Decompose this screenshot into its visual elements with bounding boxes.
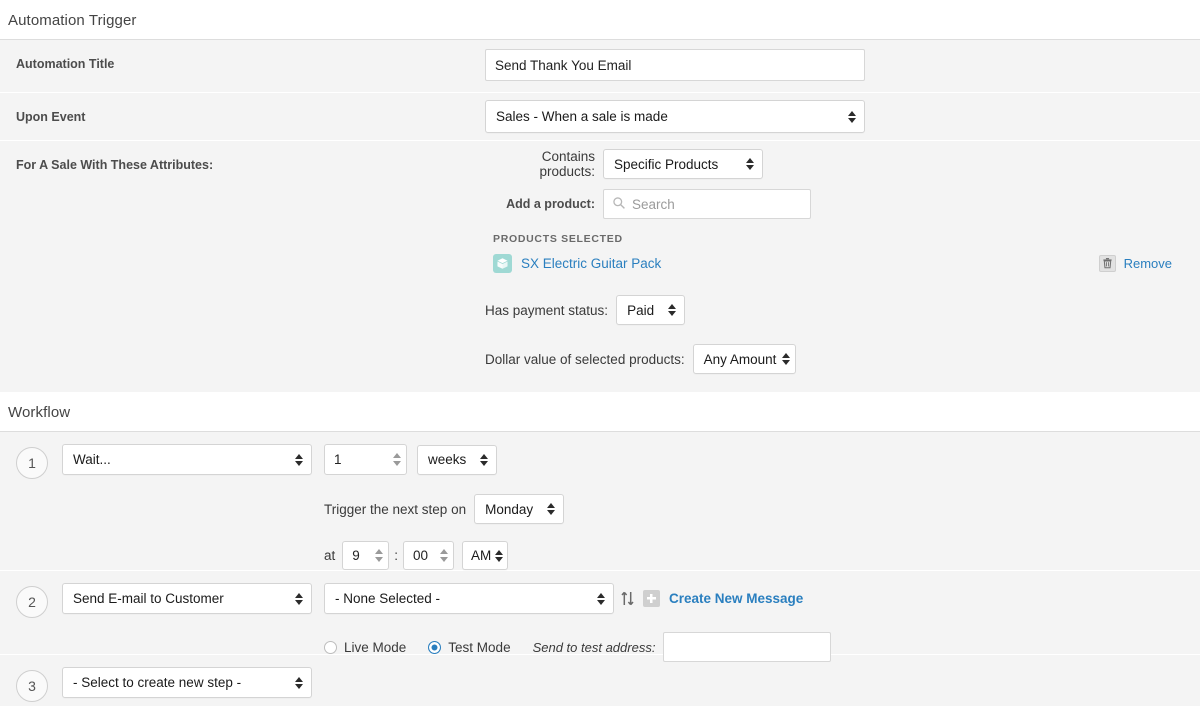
product-search-input[interactable] <box>603 189 811 219</box>
automation-title-row: Automation Title <box>0 40 1200 93</box>
chevron-updown-icon <box>480 453 489 466</box>
step-3-type-select[interactable]: - Select to create new step - <box>62 667 312 698</box>
meridiem-select[interactable]: AM <box>462 541 509 570</box>
trigger-day-select[interactable]: Monday <box>474 494 565 524</box>
product-box-icon <box>493 253 512 273</box>
selected-product-name[interactable]: SX Electric Guitar Pack <box>521 256 661 271</box>
step-1-type-value: Wait... <box>73 452 111 467</box>
workflow-step-1: 1 Wait... 1 weeks Trigger the next step … <box>0 432 1200 571</box>
create-message-plus-button[interactable] <box>643 590 660 607</box>
automation-trigger-heading: Automation Trigger <box>8 12 137 29</box>
trigger-day-value: Monday <box>485 501 534 517</box>
chevron-updown-icon <box>495 549 504 562</box>
sale-attributes-row: For A Sale With These Attributes: Contai… <box>0 141 1200 392</box>
live-mode-label: Live Mode <box>344 639 407 655</box>
stepper-arrows-icon[interactable] <box>393 453 401 466</box>
live-mode-radio-option[interactable]: Live Mode <box>324 640 406 655</box>
at-label: at <box>324 548 336 563</box>
payment-status-select[interactable]: Paid <box>616 295 686 325</box>
contains-products-label: Contains products: <box>539 149 595 179</box>
test-mode-radio[interactable] <box>428 640 442 654</box>
dollar-value-value: Any Amount <box>703 351 777 367</box>
step-number-3: 3 <box>16 670 48 702</box>
search-icon <box>613 197 625 209</box>
chevron-updown-icon <box>782 353 791 365</box>
step-2-type-select[interactable]: Send E-mail to Customer <box>62 583 312 614</box>
wait-unit-value: weeks <box>428 452 467 467</box>
hour-input[interactable]: 9 <box>342 541 390 570</box>
remove-product-label: Remove <box>1123 255 1172 271</box>
minute-value: 00 <box>413 548 429 563</box>
stepper-arrows-icon[interactable] <box>440 549 449 562</box>
selected-product-row: SX Electric Guitar Pack Remove <box>493 251 1200 275</box>
automation-editor-page: Automation Trigger Automation Title Upon… <box>0 0 1200 714</box>
upon-event-value: Sales - When a sale is made <box>496 109 668 124</box>
step-1-body: 1 weeks Trigger the next step on Monday … <box>312 444 1200 570</box>
wait-amount-input[interactable]: 1 <box>324 444 407 475</box>
payment-status-value: Paid <box>627 302 655 318</box>
chevron-updown-icon <box>668 304 677 316</box>
trigger-time-line: at 9 : 00 AM <box>324 541 1200 570</box>
create-new-message-link[interactable]: Create New Message <box>669 591 803 606</box>
wait-unit-select[interactable]: weeks <box>417 444 498 475</box>
chevron-updown-icon <box>597 592 605 605</box>
trigger-day-line: Trigger the next step on Monday <box>324 494 1200 524</box>
add-product-label: Add a product: <box>506 197 595 211</box>
chevron-updown-icon <box>547 503 556 515</box>
minute-input[interactable]: 00 <box>403 541 455 570</box>
hour-value: 9 <box>352 548 360 563</box>
chevron-updown-icon <box>746 158 754 170</box>
step-3-type-value: - Select to create new step - <box>73 675 242 690</box>
test-address-label: Send to test address: <box>532 639 656 655</box>
workflow-panel: 1 Wait... 1 weeks Trigger the next step … <box>0 431 1200 707</box>
step-number-2: 2 <box>16 586 48 618</box>
contains-products-line: Contains products: Specific Products <box>485 149 1200 179</box>
test-mode-radio-option[interactable]: Test Mode <box>428 639 511 655</box>
automation-title-input[interactable] <box>485 49 865 81</box>
trash-icon <box>1098 254 1116 272</box>
chevron-updown-icon <box>295 592 303 605</box>
upon-event-row: Upon Event Sales - When a sale is made <box>0 93 1200 141</box>
dollar-value-select[interactable]: Any Amount <box>692 344 797 374</box>
wait-amount-value: 1 <box>334 452 342 467</box>
dollar-value-label: Dollar value of selected products: <box>485 351 685 367</box>
upon-event-select[interactable]: Sales - When a sale is made <box>485 100 865 133</box>
live-mode-radio[interactable] <box>324 640 337 654</box>
automation-trigger-panel: Automation Title Upon Event Sales - When… <box>0 39 1200 392</box>
products-selected-heading: PRODUCTS SELECTED <box>493 233 623 245</box>
message-select[interactable]: - None Selected - <box>324 583 614 614</box>
chevron-updown-icon <box>848 110 856 123</box>
step-2-type-value: Send E-mail to Customer <box>73 591 224 606</box>
payment-status-label: Has payment status: <box>485 302 609 318</box>
step-number-1: 1 <box>16 447 48 479</box>
time-colon: : <box>394 548 399 563</box>
step-1-type-select[interactable]: Wait... <box>62 444 312 475</box>
product-search-wrap <box>603 189 811 219</box>
trigger-day-label: Trigger the next step on <box>324 501 467 517</box>
test-address-input[interactable] <box>663 632 832 662</box>
payment-status-line: Has payment status: Paid <box>485 295 1200 325</box>
automation-title-label: Automation Title <box>16 57 115 71</box>
contains-products-value: Specific Products <box>614 156 719 172</box>
meridiem-value: AM <box>471 548 492 563</box>
chevron-updown-icon <box>295 453 303 466</box>
upon-event-label: Upon Event <box>16 110 86 124</box>
add-product-line: Add a product: <box>485 189 1200 219</box>
sort-swap-icon[interactable] <box>621 591 634 606</box>
workflow-heading: Workflow <box>8 404 71 421</box>
message-value: - None Selected - <box>335 591 441 606</box>
stepper-arrows-icon[interactable] <box>375 549 384 562</box>
sale-attributes-label: For A Sale With These Attributes: <box>16 158 214 172</box>
test-mode-label: Test Mode <box>448 639 511 655</box>
remove-product-button[interactable]: Remove <box>1098 254 1172 272</box>
step-2-body: - None Selected - Create New Message Liv… <box>312 583 1200 662</box>
dollar-value-line: Dollar value of selected products: Any A… <box>485 344 1200 374</box>
chevron-updown-icon <box>295 676 303 689</box>
workflow-step-3: 3 - Select to create new step - <box>0 655 1200 707</box>
workflow-step-2: 2 Send E-mail to Customer - None Selecte… <box>0 571 1200 662</box>
contains-products-select[interactable]: Specific Products <box>603 149 763 179</box>
